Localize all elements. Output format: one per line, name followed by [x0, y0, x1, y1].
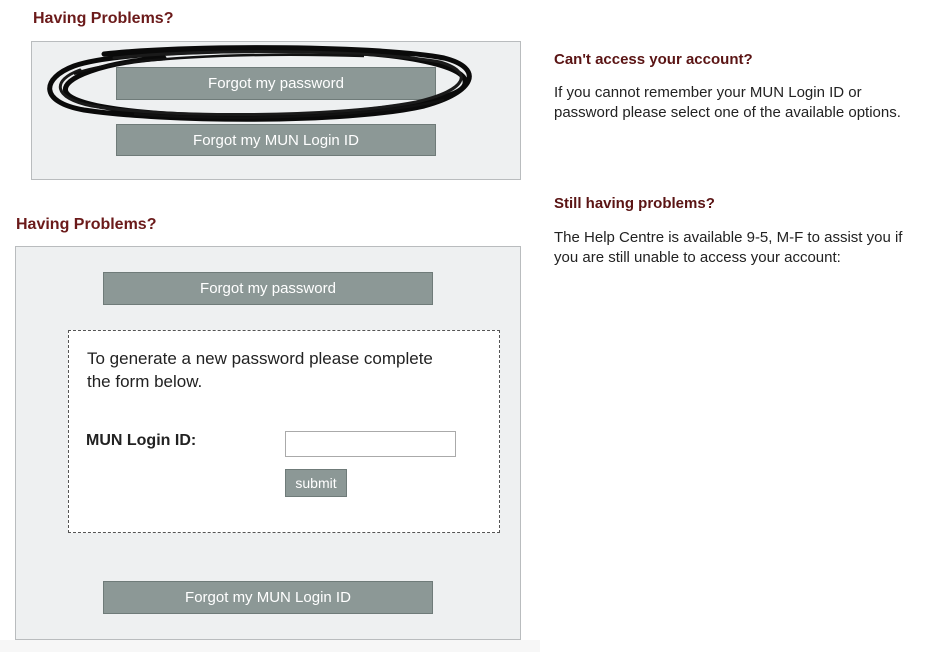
help-text: The Help Centre is available 9-5, M-F to… [554, 229, 903, 266]
top-forgot-password-button[interactable]: Forgot my password [116, 67, 436, 100]
login-id-input[interactable] [285, 431, 456, 457]
access-title: Can't access your account? [554, 51, 753, 68]
bottom-forgot-password-button[interactable]: Forgot my password [103, 272, 433, 305]
reset-password-form: To generate a new password please comple… [68, 330, 500, 533]
bottom-options-panel: Forgot my password To generate a new pas… [15, 246, 521, 640]
bottom-strip [0, 640, 540, 652]
bottom-heading: Having Problems? [16, 216, 157, 233]
help-title: Still having problems? [554, 195, 715, 212]
bottom-forgot-login-id-button[interactable]: Forgot my MUN Login ID [103, 581, 433, 614]
top-options-panel: Forgot my password Forgot my MUN Login I… [31, 41, 521, 180]
form-instructions: To generate a new password please comple… [87, 349, 433, 391]
submit-button[interactable]: submit [285, 469, 347, 497]
login-id-label: MUN Login ID: [86, 432, 197, 449]
access-text: If you cannot remember your MUN Login ID… [554, 84, 901, 121]
top-heading: Having Problems? [33, 10, 174, 27]
top-forgot-login-id-button[interactable]: Forgot my MUN Login ID [116, 124, 436, 156]
